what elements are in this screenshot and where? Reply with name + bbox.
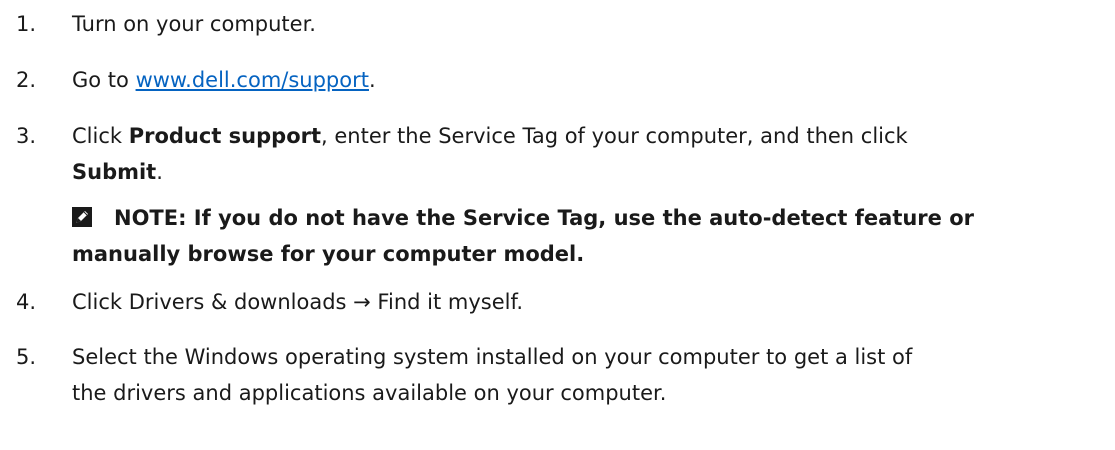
step-3-text: Click Product support, enter the Service… — [72, 118, 1102, 190]
step-3-number: 3. — [16, 124, 37, 148]
step-5-line-2: the drivers and applications available o… — [72, 381, 667, 405]
step-4-text: Click Drivers & downloads → Find it myse… — [72, 290, 523, 314]
step-3-text-3: . — [156, 160, 163, 184]
document-page: 1. Turn on your computer. 2. Go to www.d… — [0, 0, 1115, 450]
step-2-prefix: Go to — [72, 68, 136, 92]
pencil-note-icon — [72, 202, 92, 227]
step-5-number: 5. — [16, 345, 37, 369]
step-1-number: 1. — [16, 12, 37, 36]
product-support-label: Product support — [128, 124, 322, 148]
step-5-text: Select the Windows operating system inst… — [72, 339, 1102, 411]
submit-label: Submit — [72, 160, 157, 184]
step-2-suffix: . — [368, 68, 376, 92]
step-2-text: Go to www.dell.com/support. — [72, 62, 1102, 98]
support-link[interactable]: www.dell.com/support — [136, 68, 369, 92]
note-line-1: NOTE: If you do not have the Service Tag… — [114, 206, 975, 230]
step-3-text-1: Click — [72, 124, 129, 148]
step-3-text-2: , enter the Service Tag of your computer… — [321, 124, 908, 148]
step-5-line-1: Select the Windows operating system inst… — [72, 345, 913, 369]
step-4-number: 4. — [16, 290, 37, 314]
step-2-number: 2. — [16, 68, 37, 92]
note-block: NOTE: If you do not have the Service Tag… — [72, 200, 1102, 272]
note-line-2: manually browse for your computer model. — [72, 242, 585, 266]
step-1-text: Turn on your computer. — [72, 12, 316, 36]
